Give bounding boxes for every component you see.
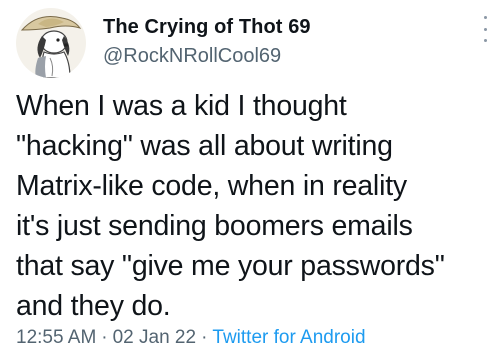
tweet-time[interactable]: 12:55 AM: [16, 327, 96, 348]
tweet-text: When I was a kid I thought "hacking" was…: [16, 86, 494, 326]
tweet-text-line: When I was a kid I thought: [16, 90, 347, 122]
tweet-date[interactable]: 02 Jan 22: [113, 327, 196, 348]
cartoon-dog-avatar-icon: [16, 8, 86, 78]
tweet-text-line: that say "give me your passwords": [16, 250, 445, 282]
tweet-source-link[interactable]: Twitter for Android: [212, 327, 365, 348]
author-display-name[interactable]: The Crying of Thot 69: [103, 16, 311, 39]
tweet-text-line: "hacking" was all about writing: [16, 130, 393, 162]
tweet-text-line: Matrix-like code, when in reality: [16, 170, 407, 202]
tweet-card: The Crying of Thot 69 @RockNRollCool69 W…: [0, 0, 500, 361]
tweet-text-line: and they do.: [16, 290, 171, 322]
avatar[interactable]: [16, 8, 86, 78]
meta-separator: ·: [101, 327, 108, 348]
more-options-icon[interactable]: [480, 16, 490, 42]
more-dot: [483, 39, 487, 42]
tweet-text-line: it's just sending boomers emails: [16, 210, 413, 242]
meta-separator: ·: [201, 327, 208, 348]
more-dot: [483, 16, 487, 19]
more-dot: [483, 27, 487, 31]
tweet-meta: 12:55 AM · 02 Jan 22 · Twitter for Android: [16, 327, 366, 349]
author-handle[interactable]: @RockNRollCool69: [103, 45, 281, 68]
